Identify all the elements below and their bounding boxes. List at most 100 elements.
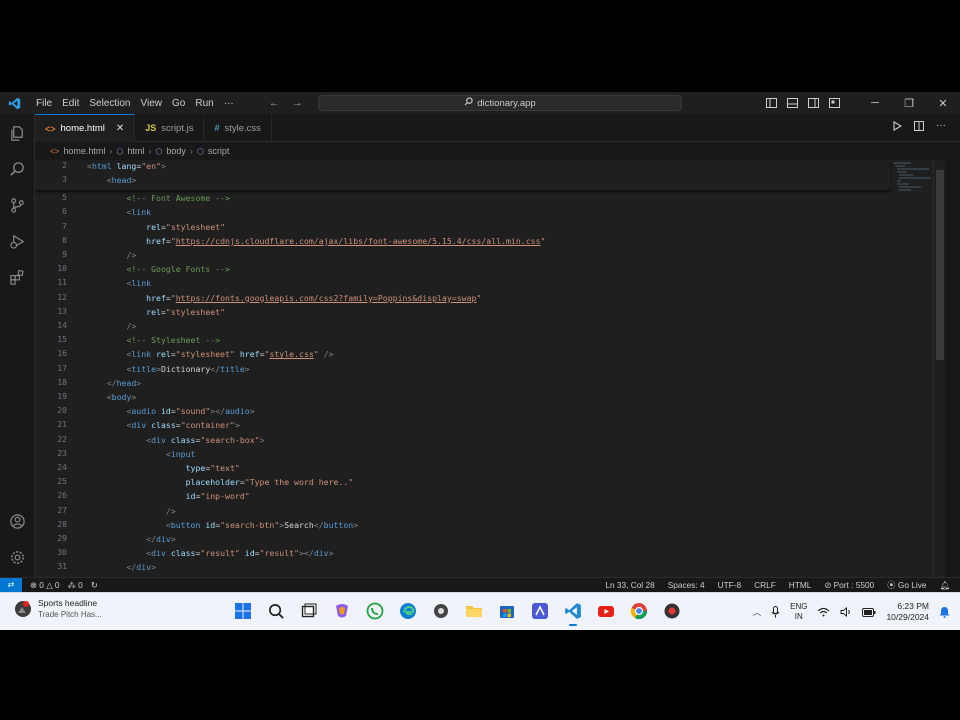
more-actions-icon[interactable]: ··· [936, 121, 946, 131]
extensions-icon[interactable] [8, 268, 27, 287]
code-line[interactable]: </div> [87, 562, 156, 572]
go-live-button[interactable]: ⦿ Go Live [887, 579, 926, 591]
game-bar-icon[interactable] [430, 600, 452, 622]
task-view-icon[interactable] [298, 600, 320, 622]
code-line[interactable]: <audio id="sound"></audio> [87, 406, 254, 416]
minimize-button[interactable]: ─ [858, 92, 892, 114]
code-line[interactable]: <link [87, 207, 151, 217]
menu-item[interactable]: View [136, 98, 168, 109]
microphone-icon[interactable] [771, 606, 780, 618]
vertical-scrollbar[interactable] [933, 160, 945, 577]
start-windows-icon[interactable] [232, 600, 254, 622]
sync-icon[interactable]: ↻ [91, 580, 98, 590]
menu-item[interactable]: File [31, 98, 57, 109]
clock[interactable]: 6:23 PM 10/29/2024 [886, 601, 929, 623]
toggle-primary-sidebar-icon[interactable] [766, 98, 777, 108]
code-line[interactable]: <button id="search-btn">Search</button> [87, 520, 358, 530]
code-line[interactable]: rel="stylesheet" [87, 307, 225, 317]
news-widget[interactable]: Sports headline Trade Pitch Has... [14, 598, 102, 620]
whatsapp-icon[interactable] [364, 600, 386, 622]
code-line[interactable]: <!-- Stylesheet --> [87, 335, 220, 345]
breadcrumb-item[interactable]: html [127, 146, 144, 156]
editor-tab[interactable]: <> home.html ✕ [35, 114, 136, 142]
code-line[interactable]: <link [87, 278, 151, 288]
menu-item[interactable]: Selection [84, 98, 135, 109]
breadcrumb-item[interactable]: script [208, 146, 230, 156]
customize-layout-icon[interactable] [829, 98, 840, 108]
code-line[interactable]: rel="stylesheet" [87, 222, 225, 232]
coding-app-icon[interactable] [529, 600, 551, 622]
recording-app-icon[interactable] [661, 600, 683, 622]
code-line[interactable]: /> [87, 506, 176, 516]
breadcrumb-item[interactable]: body [166, 146, 186, 156]
menu-item[interactable]: Edit [57, 98, 84, 109]
code-line[interactable]: <!-- Font Awesome --> [87, 193, 230, 203]
split-editor-icon[interactable] [914, 121, 924, 131]
wifi-icon[interactable] [817, 607, 830, 617]
back-arrow-icon[interactable]: ← [269, 97, 280, 109]
language-mode[interactable]: HTML [789, 580, 812, 590]
indentation[interactable]: Spaces: 4 [668, 580, 705, 590]
problems-indicator[interactable]: ⊗ 0 △ 0 [30, 580, 60, 590]
volume-icon[interactable] [840, 607, 852, 617]
code-line[interactable]: href="https://fonts.googleapis.com/css2?… [87, 293, 481, 303]
code-line[interactable]: <title>Dictionary</title> [87, 364, 249, 374]
toggle-secondary-sidebar-icon[interactable] [808, 98, 819, 108]
notification-center-icon[interactable] [939, 606, 950, 618]
end-of-line[interactable]: CRLF [754, 580, 776, 590]
remote-window-button[interactable]: ⇄ [0, 577, 22, 592]
code-line[interactable]: placeholder="Type the word here.." [87, 477, 354, 487]
toggle-panel-icon[interactable] [787, 98, 798, 108]
close-window-button[interactable]: ✕ [926, 92, 960, 114]
code-line[interactable]: id="inp-word" [87, 491, 250, 501]
code-line[interactable]: </head> [87, 378, 142, 388]
command-center-search[interactable]: dictionary.app [318, 95, 682, 111]
search-icon[interactable] [8, 160, 27, 179]
run-icon[interactable] [892, 121, 902, 131]
chrome-icon[interactable] [628, 600, 650, 622]
code-line[interactable]: <body> [87, 392, 137, 402]
input-language[interactable]: ENG IN [790, 602, 807, 622]
code-editor[interactable]: 2<html lang="en">3 <head> 4 <meta name="… [35, 160, 945, 577]
editor-tab[interactable]: JS script.js [135, 114, 205, 142]
forward-arrow-icon[interactable]: → [292, 97, 303, 109]
file-explorer-icon[interactable] [463, 600, 485, 622]
battery-icon[interactable] [862, 607, 876, 617]
run-debug-icon[interactable] [8, 232, 27, 251]
menu-item[interactable]: Go [167, 98, 190, 109]
live-server-port[interactable]: ⊘ Port : 5500 [824, 580, 874, 590]
source-control-icon[interactable] [8, 196, 27, 215]
cursor-position[interactable]: Ln 33, Col 28 [605, 580, 654, 590]
show-hidden-icons-chevron-icon[interactable]: ︿ [753, 607, 761, 618]
restore-button[interactable]: ❐ [892, 92, 926, 114]
code-line[interactable]: <link rel="stylesheet" href="style.css" … [87, 349, 333, 359]
taskbar-search-icon[interactable] [265, 600, 287, 622]
code-line[interactable]: /> [87, 321, 136, 331]
settings-gear-icon[interactable] [8, 548, 27, 567]
editor-tab[interactable]: # style.css [204, 114, 272, 142]
code-line[interactable]: <head> [87, 175, 137, 185]
copilot-icon[interactable] [331, 600, 353, 622]
encoding[interactable]: UTF-8 [718, 580, 742, 590]
code-line[interactable]: <!-- Google Fonts --> [87, 264, 230, 274]
code-line[interactable]: href="https://cdnjs.cloudflare.com/ajax/… [87, 236, 545, 246]
code-line[interactable]: <div class="result" id="result"></div> [87, 548, 333, 558]
accounts-icon[interactable] [8, 512, 27, 531]
scrollbar-thumb[interactable] [936, 170, 944, 360]
breadcrumb-item[interactable]: home.html [63, 146, 105, 156]
code-line[interactable]: <div class="search-box"> [87, 435, 264, 445]
code-line[interactable]: </div> [87, 534, 176, 544]
microsoft-store-icon[interactable] [496, 600, 518, 622]
youtube-icon[interactable] [595, 600, 617, 622]
menu-more-icon[interactable]: ··· [219, 98, 239, 109]
code-line[interactable]: <html lang="en"> [87, 161, 166, 171]
close-tab-icon[interactable]: ✕ [116, 123, 124, 134]
minimap[interactable] [891, 160, 933, 220]
code-line[interactable]: <div class="container"> [87, 420, 239, 430]
explorer-icon[interactable] [8, 124, 27, 143]
vscode-taskbar-icon[interactable] [562, 600, 584, 626]
notifications-bell-icon[interactable]: 🔔︎ [939, 580, 950, 591]
ports-indicator[interactable]: ⁂ 0 [68, 580, 83, 590]
menu-item[interactable]: Run [190, 98, 218, 109]
edge-browser-icon[interactable] [397, 600, 419, 622]
